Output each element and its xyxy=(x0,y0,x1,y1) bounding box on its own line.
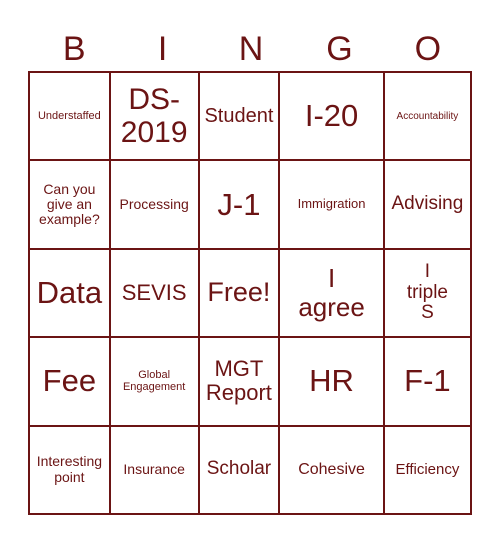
bingo-cell[interactable]: HR xyxy=(279,337,384,426)
bingo-cell[interactable]: Global Engagement xyxy=(109,337,199,426)
bingo-cell[interactable]: Understaffed xyxy=(29,72,110,161)
bingo-cell[interactable]: Can you give an example? xyxy=(29,160,110,249)
bingo-header: B I N G O xyxy=(30,26,472,72)
bingo-cell[interactable]: Fee xyxy=(29,337,110,426)
bingo-cell[interactable]: J-1 xyxy=(198,160,280,249)
bingo-cell[interactable]: Data xyxy=(29,248,110,338)
bingo-cell[interactable]: Processing xyxy=(109,160,199,249)
header-letter-i: I xyxy=(157,30,168,68)
bingo-cell[interactable]: Insurance xyxy=(109,425,199,514)
bingo-cell[interactable]: Efficiency xyxy=(383,425,471,514)
bingo-cell[interactable]: Advising xyxy=(383,160,471,249)
bingo-cell[interactable]: Accountability xyxy=(383,72,471,161)
bingo-cell[interactable]: Immigration xyxy=(279,160,384,249)
header-letter-n: N xyxy=(238,30,264,68)
header-letter-b: B xyxy=(62,30,86,68)
bingo-cell[interactable]: DS-2019 xyxy=(109,72,199,161)
bingo-grid: Understaffed DS-2019 Student I-20 Accoun… xyxy=(28,71,472,515)
bingo-cell[interactable]: F-1 xyxy=(383,337,471,426)
bingo-cell[interactable]: I agree xyxy=(279,248,384,338)
bingo-cell[interactable]: Interesting point xyxy=(29,425,110,514)
bingo-cell[interactable]: Scholar xyxy=(198,425,280,514)
bingo-cell[interactable]: SEVIS xyxy=(109,248,199,338)
bingo-cell[interactable]: I-20 xyxy=(279,72,384,161)
bingo-cell[interactable]: I triple S xyxy=(383,248,471,338)
bingo-cell[interactable]: Student xyxy=(198,72,280,161)
header-letter-o: O xyxy=(414,30,442,68)
header-letter-g: G xyxy=(326,30,353,68)
bingo-cell[interactable]: MGT Report xyxy=(198,337,280,426)
bingo-cell[interactable]: Cohesive xyxy=(279,425,384,514)
bingo-cell[interactable]: Free! xyxy=(198,248,280,338)
